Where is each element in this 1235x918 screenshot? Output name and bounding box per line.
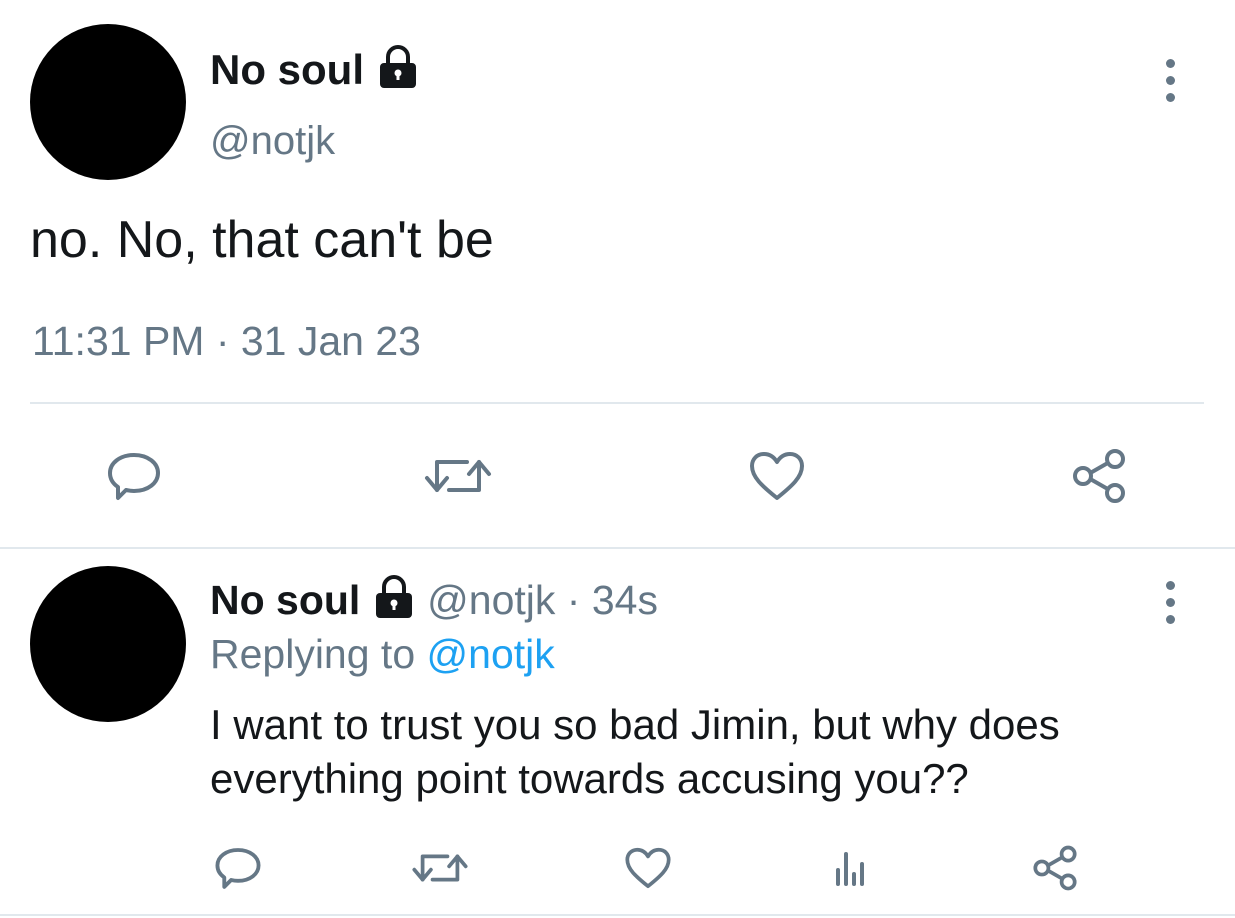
share-icon[interactable] xyxy=(1026,840,1084,896)
reply-author-avatar[interactable] xyxy=(30,566,186,722)
lock-icon xyxy=(372,574,416,632)
retweet-icon[interactable] xyxy=(408,840,472,896)
reply-text-line: I want to trust you so bad Jimin, but wh… xyxy=(210,701,1060,748)
like-icon[interactable] xyxy=(620,840,676,896)
bottom-divider xyxy=(0,914,1235,916)
section-divider xyxy=(0,547,1235,549)
reply-text: I want to trust you so bad Jimin, but wh… xyxy=(210,698,1060,806)
meta-separator: · xyxy=(566,577,581,623)
like-icon[interactable] xyxy=(744,444,810,508)
reply-age: 34s xyxy=(591,577,658,623)
replying-to-prefix: Replying to xyxy=(210,631,416,677)
author-display-name[interactable]: No soul xyxy=(210,44,420,102)
reply-text-line: everything point towards accusing you?? xyxy=(210,755,969,802)
retweet-icon[interactable] xyxy=(420,444,496,508)
replying-to-line: Replying to @notjk xyxy=(210,628,555,680)
reply-more-options-icon[interactable] xyxy=(1160,581,1180,624)
share-icon[interactable] xyxy=(1066,444,1132,508)
tweet-text: no. No, that can't be xyxy=(30,211,494,269)
more-options-icon[interactable] xyxy=(1160,59,1180,102)
author-handle[interactable]: @notjk xyxy=(210,116,335,166)
lock-icon xyxy=(376,44,420,102)
replying-to-handle-link[interactable]: @notjk xyxy=(427,631,555,677)
reply-author-name[interactable]: No soul xyxy=(210,577,360,623)
author-name-text: No soul xyxy=(210,46,364,94)
tweet-timestamp[interactable]: 11:31 PM · 31 Jan 23 xyxy=(32,316,421,366)
reply-icon[interactable] xyxy=(210,840,266,896)
divider xyxy=(30,402,1204,404)
reply-header: No soul @notjk · 34s xyxy=(210,574,658,632)
reply-icon[interactable] xyxy=(102,444,166,508)
reply-author-handle[interactable]: @notjk xyxy=(427,577,555,623)
analytics-icon[interactable] xyxy=(822,840,878,896)
author-avatar[interactable] xyxy=(30,24,186,180)
